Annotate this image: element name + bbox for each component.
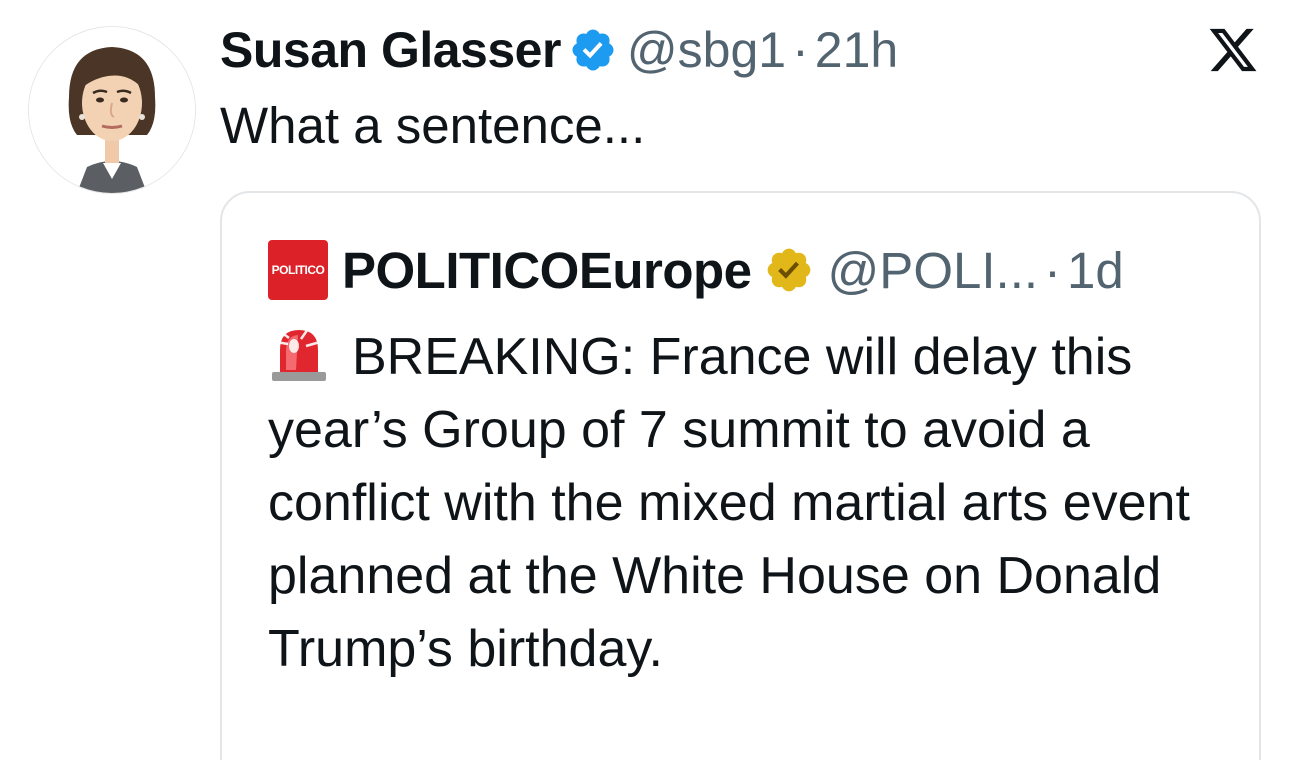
blue-verified-check-icon[interactable] (569, 26, 617, 74)
quoted-author-handle[interactable]: @POLI... (828, 241, 1039, 300)
quoted-tweet-card[interactable]: POLITICO POLITICOEurope @POLI... · 1d BR… (220, 191, 1261, 760)
tweet-text: What a sentence... (220, 97, 646, 154)
quoted-tweet-timestamp[interactable]: 1d (1067, 241, 1124, 300)
politico-avatar[interactable]: POLITICO (268, 240, 328, 300)
author-avatar[interactable] (28, 26, 196, 194)
police-siren-icon (268, 324, 330, 382)
quoted-author-name[interactable]: POLITICOEurope (342, 241, 752, 300)
x-logo-icon[interactable] (1206, 24, 1260, 76)
quoted-header-separator: · (1044, 241, 1062, 299)
woman-cartoon-avatar-icon (29, 27, 195, 193)
tweet-timestamp[interactable]: 21h (815, 21, 898, 79)
header-separator: · (792, 22, 809, 78)
tweet-header: Susan Glasser @sbg1 · 21h (220, 20, 898, 80)
quoted-tweet-text: BREAKING: France will delay this year’s … (268, 328, 1190, 678)
author-handle[interactable]: @sbg1 (627, 21, 786, 79)
author-name[interactable]: Susan Glasser (220, 21, 561, 79)
gold-verified-check-icon[interactable] (764, 245, 814, 295)
quoted-tweet-text-block: BREAKING: France will delay this year’s … (268, 321, 1248, 686)
politico-avatar-text: POLITICO (271, 263, 325, 277)
quoted-tweet-header: POLITICO POLITICOEurope @POLI... · 1d (268, 237, 1124, 303)
